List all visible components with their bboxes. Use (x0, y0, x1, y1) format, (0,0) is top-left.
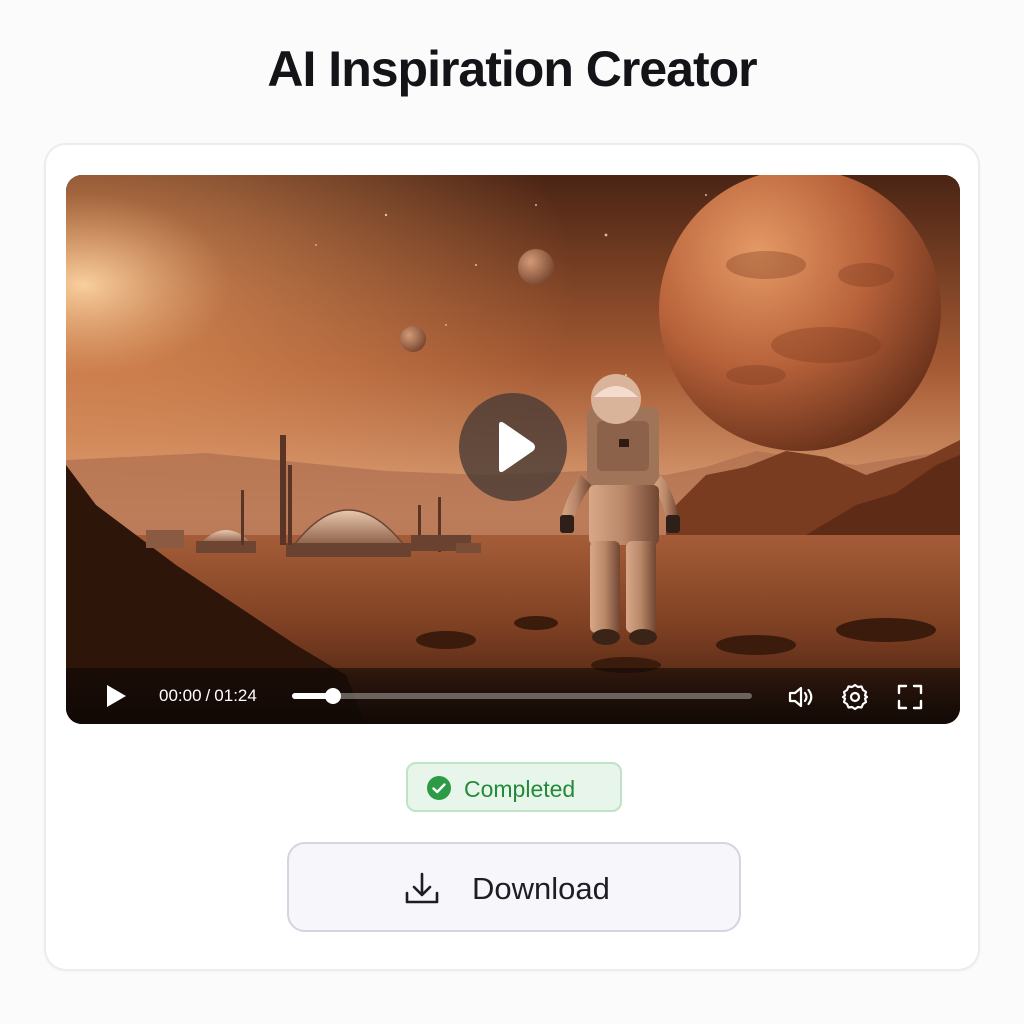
gear-icon[interactable] (840, 682, 870, 712)
big-play-button[interactable] (459, 393, 567, 501)
play-icon (499, 421, 535, 473)
download-label: Download (472, 871, 610, 906)
duration: 01:24 (214, 686, 257, 705)
result-card: 00:00/01:24 Completed Download (44, 143, 980, 971)
time-separator: / (205, 686, 211, 705)
download-icon (405, 872, 439, 904)
video-controls: 00:00/01:24 (66, 668, 960, 724)
progress-bar[interactable] (292, 688, 752, 704)
status-label: Completed (464, 776, 576, 802)
download-button[interactable]: Download (287, 842, 741, 932)
fullscreen-icon[interactable] (895, 682, 925, 712)
progress-thumb[interactable] (325, 688, 342, 704)
play-icon[interactable] (102, 682, 130, 710)
current-time: 00:00 (159, 686, 202, 705)
page: AI Inspiration Creator 00:00 / 01:24 Com… (0, 0, 1024, 1024)
volume-icon[interactable] (786, 682, 816, 712)
video-player[interactable]: 00:00/01:24 (66, 175, 960, 724)
status-badge: Completed (406, 762, 622, 812)
time-display: 00:00/01:24 (159, 686, 257, 706)
check-circle-icon (427, 776, 451, 800)
page-title: AI Inspiration Creator (267, 41, 757, 97)
